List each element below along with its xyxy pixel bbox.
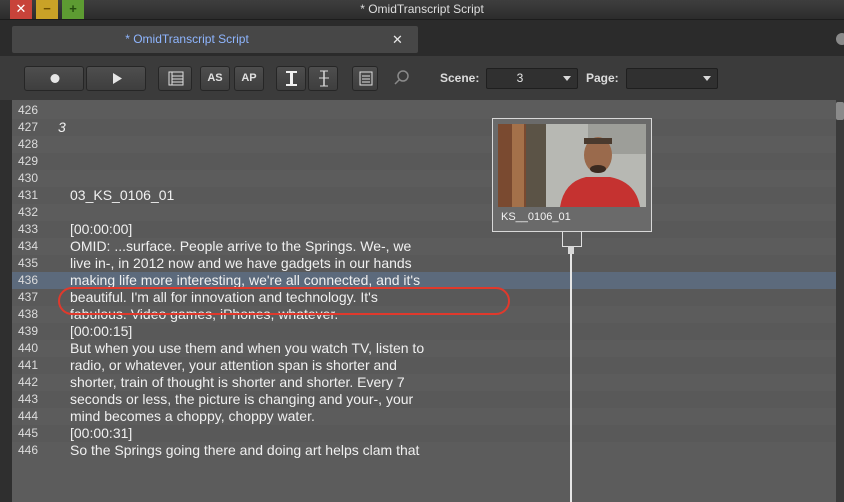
line-number: 444	[18, 409, 39, 423]
document-icon	[359, 71, 373, 86]
left-gutter	[0, 100, 12, 502]
line-text: OMID: ...surface. People arrive to the S…	[70, 238, 412, 254]
scene-label: Scene:	[440, 71, 480, 85]
scene-select[interactable]: 3	[486, 68, 578, 89]
line-number: 446	[18, 443, 39, 457]
line-number: 445	[18, 426, 39, 440]
sync-cursor-button[interactable]	[308, 66, 338, 91]
script-line[interactable]: 445 [00:00:31]	[12, 425, 836, 442]
line-text: seconds or less, the picture is changing…	[70, 391, 414, 407]
line-text: So the Springs going there and doing art…	[70, 442, 420, 458]
text-cursor-button[interactable]	[276, 66, 306, 91]
script-line[interactable]: 441 radio, or whatever, your attention sp…	[12, 357, 836, 374]
scene-number: 3	[58, 119, 66, 135]
line-number: 436	[18, 273, 39, 287]
line-number: 435	[18, 256, 39, 270]
clip-span-line	[570, 254, 572, 502]
line-number: 432	[18, 205, 39, 219]
line-text: mind becomes a choppy, choppy water.	[70, 408, 315, 424]
clip-video-frame	[498, 124, 646, 207]
line-text: But when you use them and when you watch…	[70, 340, 425, 356]
list-view-button[interactable]	[352, 66, 378, 91]
script-line[interactable]: 431 03_KS_0106_01	[12, 187, 836, 204]
highlight-annotation	[58, 287, 510, 315]
line-text: [00:00:15]	[70, 323, 133, 339]
tab-menu-icon[interactable]	[836, 33, 844, 45]
record-button[interactable]	[24, 66, 84, 91]
line-number: 426	[18, 103, 39, 117]
clip-link-connector	[568, 246, 574, 254]
script-line[interactable]: 443 seconds or less, the picture is chang…	[12, 391, 836, 408]
chevron-down-icon	[703, 76, 711, 81]
window-title: * OmidTranscript Script	[360, 2, 484, 16]
script-line[interactable]: 432	[12, 204, 836, 221]
scene-value: 3	[516, 71, 524, 85]
tab-script[interactable]: * OmidTranscript Script ✕	[12, 26, 418, 53]
line-number: 443	[18, 392, 39, 406]
text-cursor-icon	[286, 71, 297, 86]
ap-button[interactable]: AP	[234, 66, 264, 91]
clip-name: KS__0106_01	[501, 211, 571, 223]
script-line[interactable]: 444 mind becomes a choppy, choppy water.	[12, 408, 836, 425]
script-line[interactable]: 434 OMID: ...surface. People arrive to th…	[12, 238, 836, 255]
line-number: 437	[18, 290, 39, 304]
line-number: 438	[18, 307, 39, 321]
line-number: 429	[18, 154, 39, 168]
line-text: [00:00:00]	[70, 221, 133, 237]
tab-close-button[interactable]: ✕	[392, 26, 403, 53]
line-text: 03_KS_0106_01	[70, 187, 175, 203]
line-text: shorter, train of thought is shorter and…	[70, 374, 405, 390]
line-number: 440	[18, 341, 39, 355]
line-number: 439	[18, 324, 39, 338]
toolbar: AS AP Scene: 3 Page:	[0, 56, 844, 101]
line-number: 427	[18, 120, 39, 134]
as-button[interactable]: AS	[200, 66, 230, 91]
script-line[interactable]: 442 shorter, train of thought is shorter …	[12, 374, 836, 391]
script-line[interactable]: 428	[12, 136, 836, 153]
script-line[interactable]: 435 live in-, in 2012 now and we have gad…	[12, 255, 836, 272]
line-text: live in-, in 2012 now and we have gadget…	[70, 255, 412, 271]
clip-thumbnail[interactable]: KS__0106_01	[492, 118, 652, 232]
line-text: radio, or whatever, your attention span …	[70, 357, 397, 373]
line-number: 431	[18, 188, 39, 202]
line-number: 434	[18, 239, 39, 253]
play-icon	[113, 73, 122, 84]
line-number: 441	[18, 358, 39, 372]
tab-bar: * OmidTranscript Script ✕	[0, 20, 844, 56]
search-icon	[394, 70, 409, 85]
page-select[interactable]	[626, 68, 718, 89]
script-line[interactable]: 430	[12, 170, 836, 187]
line-number: 428	[18, 137, 39, 151]
scrollbar-button[interactable]	[836, 102, 844, 120]
script-line[interactable]: 440 But when you use them and when you wa…	[12, 340, 836, 357]
page-label: Page:	[586, 71, 619, 85]
vertical-scrollbar[interactable]	[836, 100, 844, 502]
script-line[interactable]: 446 So the Springs going there and doing …	[12, 442, 836, 459]
tab-label: * OmidTranscript Script	[125, 32, 249, 46]
play-button[interactable]	[86, 66, 146, 91]
record-icon	[50, 74, 60, 83]
split-cursor-icon	[319, 70, 329, 87]
script-line[interactable]: 439 [00:00:15]	[12, 323, 836, 340]
line-number: 442	[18, 375, 39, 389]
script-line[interactable]: 426	[12, 102, 836, 119]
script-line[interactable]: 433 [00:00:00]	[12, 221, 836, 238]
line-number: 430	[18, 171, 39, 185]
line-text: [00:00:31]	[70, 425, 133, 441]
script-view-button[interactable]	[158, 66, 192, 91]
line-number: 433	[18, 222, 39, 236]
search-button[interactable]	[392, 68, 412, 89]
script-line[interactable]: 429	[12, 153, 836, 170]
title-bar: ✕ − + * OmidTranscript Script	[0, 0, 844, 20]
script-line[interactable]: 427 3	[12, 119, 836, 136]
clip-link-handle[interactable]	[562, 232, 582, 247]
chevron-down-icon	[563, 76, 571, 81]
table-icon	[168, 71, 184, 86]
